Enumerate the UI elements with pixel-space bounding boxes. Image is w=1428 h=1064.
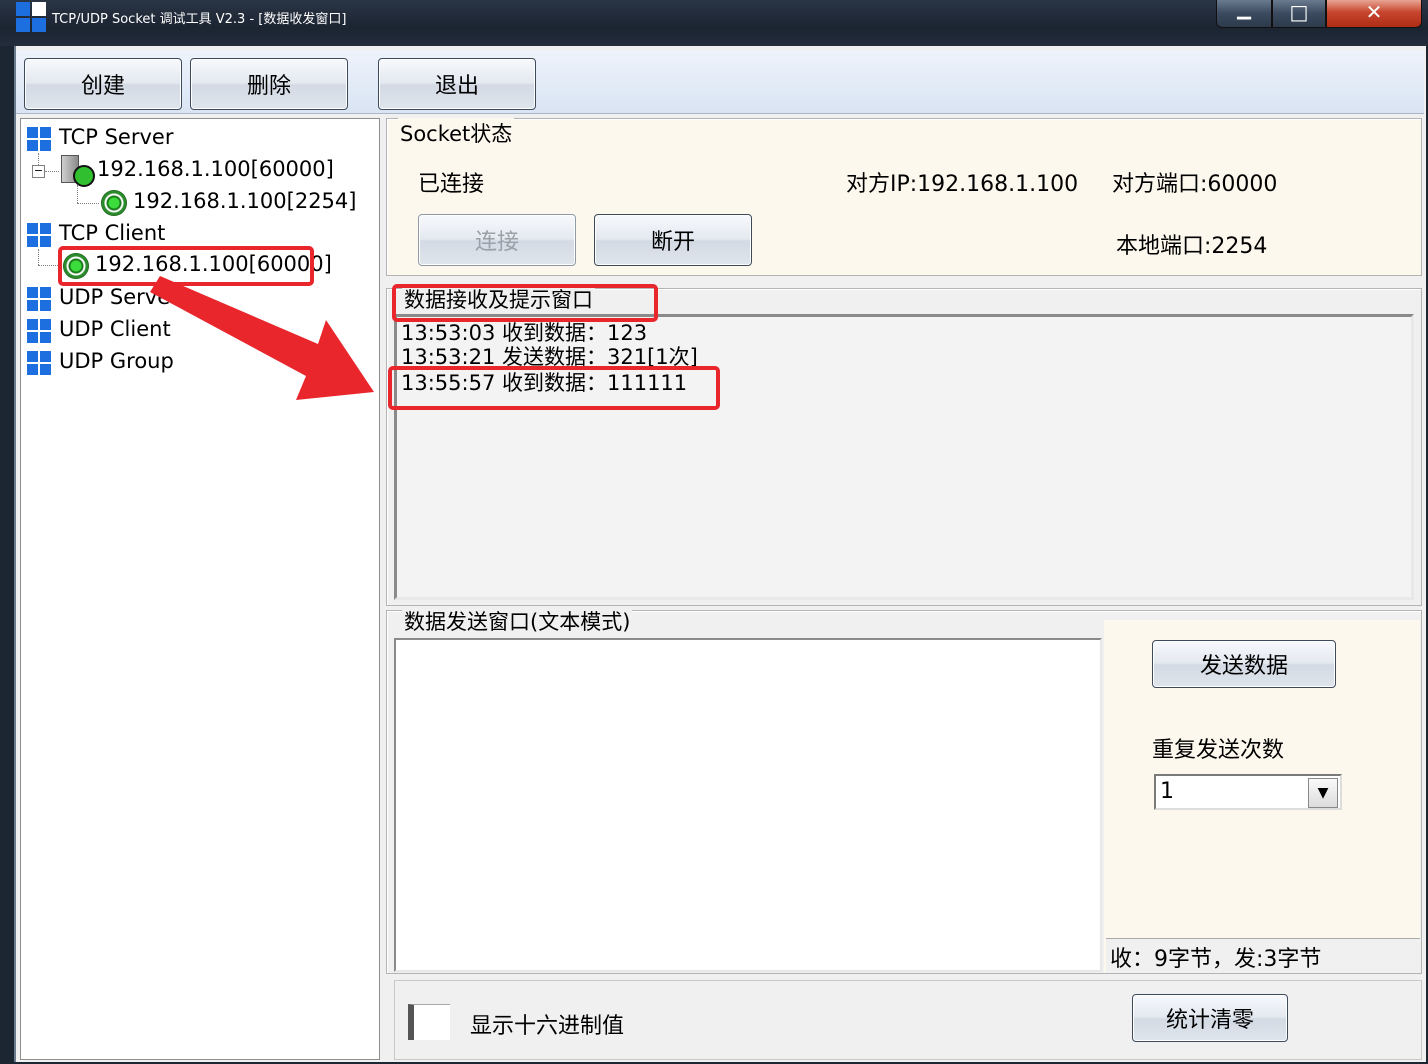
annotation-arrow	[150, 276, 374, 400]
